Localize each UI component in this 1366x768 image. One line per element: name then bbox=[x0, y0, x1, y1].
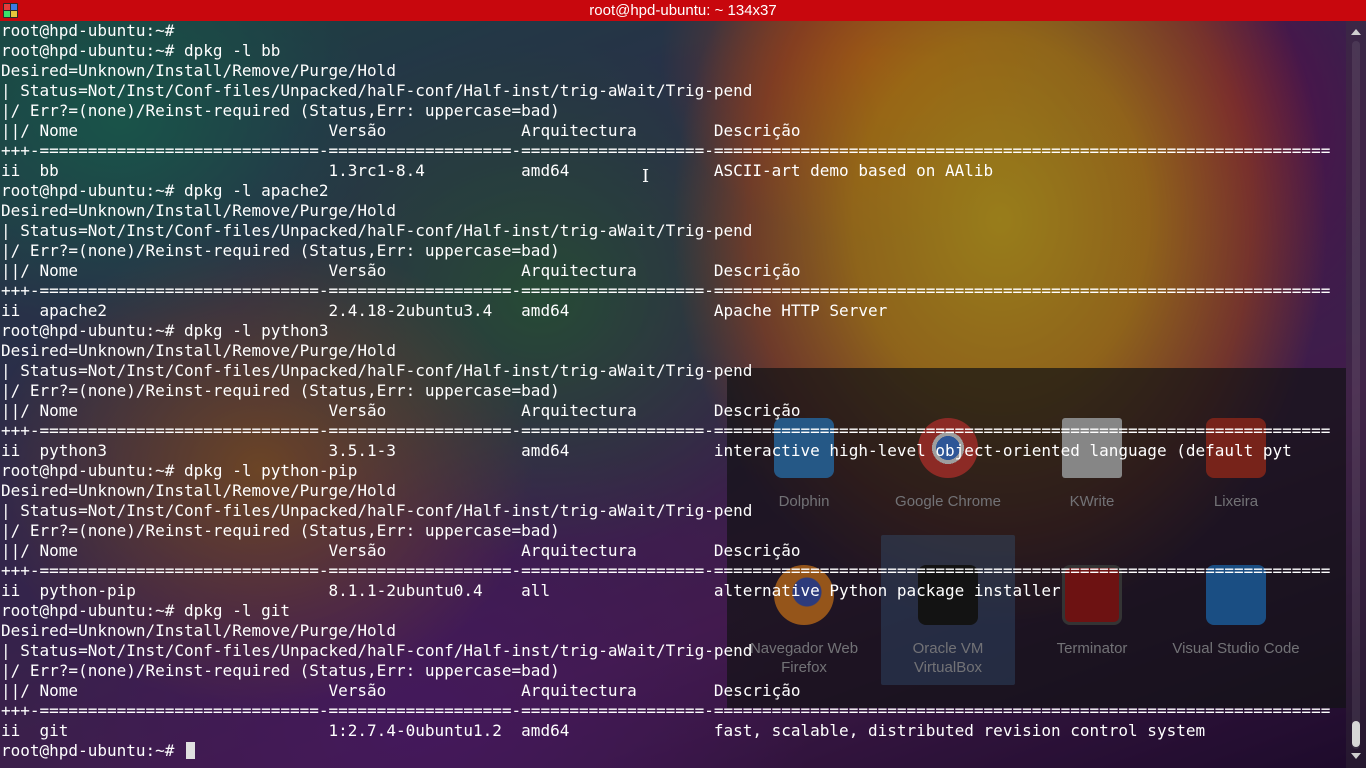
terminal-line: root@hpd-ubuntu:~# dpkg -l python-pip bbox=[1, 461, 358, 480]
scroll-track[interactable] bbox=[1352, 41, 1360, 749]
terminal-window[interactable]: root@hpd-ubuntu: ~ 134x37 root@hpd-ubunt… bbox=[0, 0, 1366, 768]
terminal-prompt: root@hpd-ubuntu:~# bbox=[1, 741, 185, 760]
terminal-line: ii git 1:2.7.4-0ubuntu1.2 amd64 fast, sc… bbox=[1, 721, 1206, 740]
terminal-line: ||/ Nome Versão Arquitectura Descrição bbox=[1, 261, 801, 280]
terminal-line: +++-=============================-======… bbox=[1, 141, 1331, 160]
terminal-line: ii python-pip 8.1.1-2ubuntu0.4 all alter… bbox=[1, 581, 1061, 600]
desktop: Dolphin Google Chrome KWrite Lixeira Nav… bbox=[0, 0, 1366, 768]
terminal-line: ii python3 3.5.1-3 amd64 interactive hig… bbox=[1, 441, 1292, 460]
terminal-line: root@hpd-ubuntu:~# dpkg -l git bbox=[1, 601, 290, 620]
terminal-prompt-line[interactable]: root@hpd-ubuntu:~# bbox=[1, 741, 1346, 761]
terminal-line: Desired=Unknown/Install/Remove/Purge/Hol… bbox=[1, 481, 396, 500]
terminal-line: Desired=Unknown/Install/Remove/Purge/Hol… bbox=[1, 201, 396, 220]
terminal-line: |/ Err?=(none)/Reinst-required (Status,E… bbox=[1, 101, 560, 120]
terminator-icon bbox=[3, 3, 18, 18]
terminal-line: | Status=Not/Inst/Conf-files/Unpacked/ha… bbox=[1, 641, 753, 660]
terminal-line: |/ Err?=(none)/Reinst-required (Status,E… bbox=[1, 241, 560, 260]
terminal-line: ||/ Nome Versão Arquitectura Descrição bbox=[1, 681, 801, 700]
scroll-down-arrow-icon[interactable] bbox=[1351, 753, 1361, 759]
mouse-ibeam-cursor-icon: I bbox=[642, 166, 650, 187]
window-titlebar[interactable]: root@hpd-ubuntu: ~ 134x37 bbox=[0, 0, 1366, 21]
terminal-line: root@hpd-ubuntu:~# dpkg -l apache2 bbox=[1, 181, 329, 200]
terminal-line: Desired=Unknown/Install/Remove/Purge/Hol… bbox=[1, 61, 396, 80]
terminal-line: Desired=Unknown/Install/Remove/Purge/Hol… bbox=[1, 341, 396, 360]
terminal-line: ||/ Nome Versão Arquitectura Descrição bbox=[1, 541, 801, 560]
scroll-thumb[interactable] bbox=[1352, 721, 1360, 747]
terminal-line: +++-=============================-======… bbox=[1, 701, 1331, 720]
terminal-line: |/ Err?=(none)/Reinst-required (Status,E… bbox=[1, 661, 560, 680]
terminal-line: root@hpd-ubuntu:~# bbox=[1, 21, 175, 40]
terminal-line: |/ Err?=(none)/Reinst-required (Status,E… bbox=[1, 521, 560, 540]
scroll-up-arrow-icon[interactable] bbox=[1351, 29, 1361, 35]
terminal-line: +++-=============================-======… bbox=[1, 281, 1331, 300]
window-title: root@hpd-ubuntu: ~ 134x37 bbox=[589, 2, 777, 19]
terminal-line: ||/ Nome Versão Arquitectura Descrição bbox=[1, 401, 801, 420]
terminal-scrollbar[interactable] bbox=[1346, 21, 1366, 768]
terminal-line: root@hpd-ubuntu:~# dpkg -l python3 bbox=[1, 321, 329, 340]
terminal-line: | Status=Not/Inst/Conf-files/Unpacked/ha… bbox=[1, 501, 753, 520]
text-cursor bbox=[186, 742, 196, 759]
terminal-line: +++-=============================-======… bbox=[1, 421, 1331, 440]
terminal-line: ||/ Nome Versão Arquitectura Descrição bbox=[1, 121, 801, 140]
terminal-line: Desired=Unknown/Install/Remove/Purge/Hol… bbox=[1, 621, 396, 640]
terminal-output[interactable]: root@hpd-ubuntu:~# root@hpd-ubuntu:~# dp… bbox=[1, 21, 1346, 768]
terminal-line: | Status=Not/Inst/Conf-files/Unpacked/ha… bbox=[1, 361, 753, 380]
terminal-line: ii bb 1.3rc1-8.4 amd64 ASCII-art demo ba… bbox=[1, 161, 994, 180]
terminal-line: ii apache2 2.4.18-2ubuntu3.4 amd64 Apach… bbox=[1, 301, 888, 320]
terminal-line: |/ Err?=(none)/Reinst-required (Status,E… bbox=[1, 381, 560, 400]
terminal-line: | Status=Not/Inst/Conf-files/Unpacked/ha… bbox=[1, 81, 753, 100]
terminal-line: +++-=============================-======… bbox=[1, 561, 1331, 580]
terminal-line: | Status=Not/Inst/Conf-files/Unpacked/ha… bbox=[1, 221, 753, 240]
terminal-line: root@hpd-ubuntu:~# dpkg -l bb bbox=[1, 41, 281, 60]
